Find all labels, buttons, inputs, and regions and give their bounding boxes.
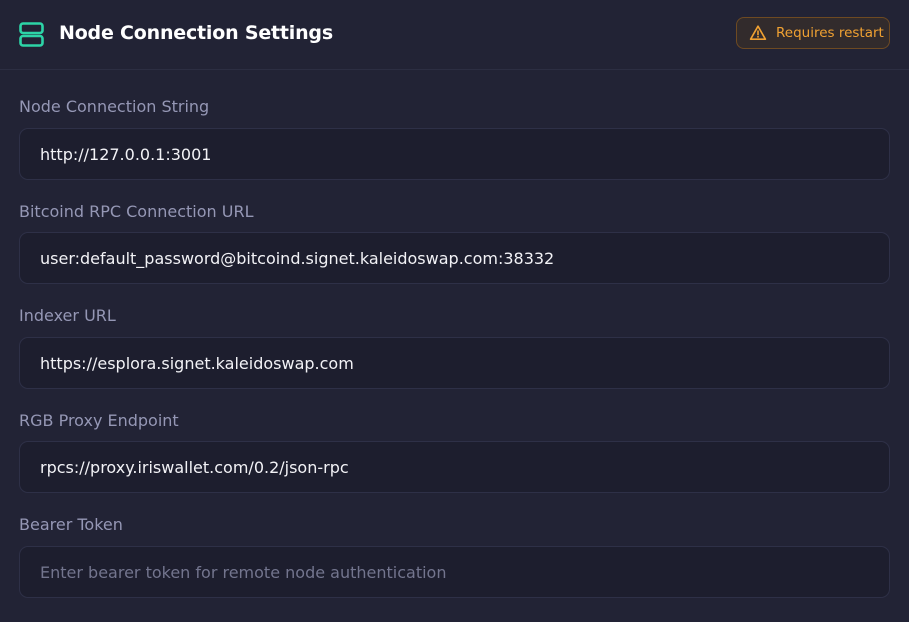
page-title: Node Connection Settings (59, 22, 333, 44)
node-connection-settings-panel: Node Connection Settings Requires restar… (0, 0, 909, 622)
node-connection-string-field[interactable] (19, 128, 890, 180)
bearer-token-label: Bearer Token (19, 515, 123, 534)
server-icon (19, 22, 44, 47)
badge-label: Requires restart (776, 25, 884, 41)
bearer-token-input[interactable] (20, 547, 889, 597)
indexer-url-input[interactable] (20, 338, 889, 388)
rgb-proxy-endpoint-label: RGB Proxy Endpoint (19, 411, 179, 430)
rgb-proxy-endpoint-input[interactable] (20, 442, 889, 492)
node-connection-string-input[interactable] (20, 129, 889, 179)
bitcoind-rpc-url-field[interactable] (19, 232, 890, 284)
requires-restart-badge: Requires restart (736, 17, 890, 49)
panel-header: Node Connection Settings Requires restar… (0, 0, 909, 70)
bitcoind-rpc-url-input[interactable] (20, 233, 889, 283)
indexer-url-label: Indexer URL (19, 306, 116, 325)
warning-icon (749, 24, 767, 42)
rgb-proxy-endpoint-field[interactable] (19, 441, 890, 493)
indexer-url-field[interactable] (19, 337, 890, 389)
bearer-token-field[interactable] (19, 546, 890, 598)
node-connection-string-label: Node Connection String (19, 97, 210, 116)
bitcoind-rpc-url-label: Bitcoind RPC Connection URL (19, 202, 254, 221)
